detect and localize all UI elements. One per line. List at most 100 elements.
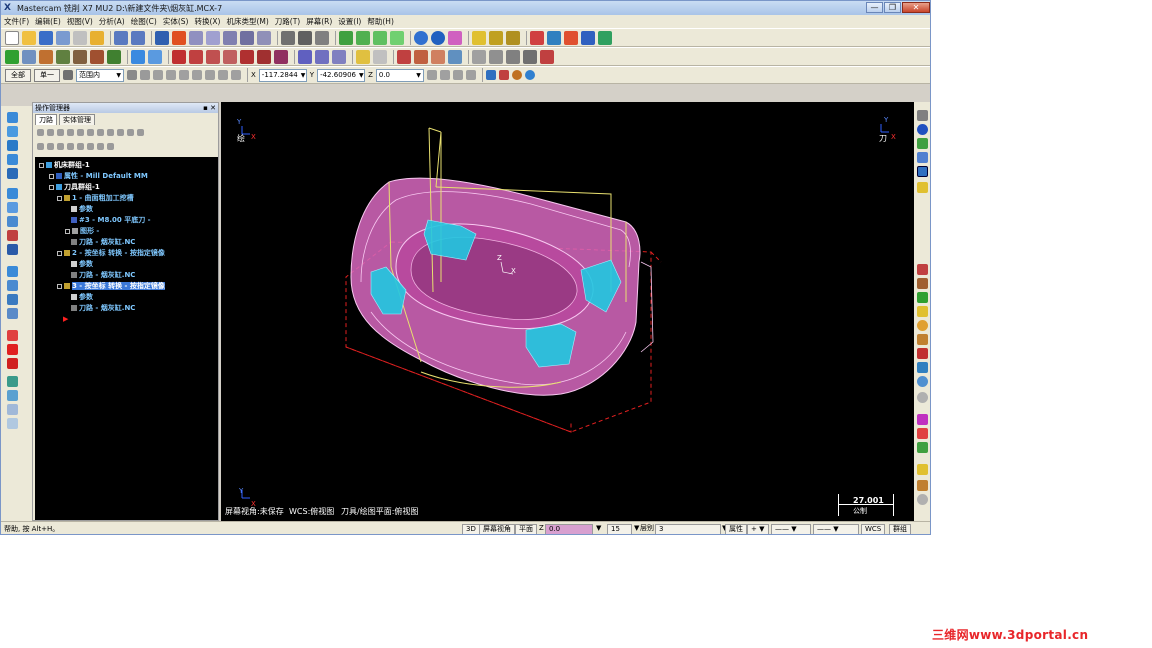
- toolbar-toggle-icon[interactable]: [917, 110, 928, 121]
- move-down-icon[interactable]: [67, 142, 74, 150]
- print-icon[interactable]: [73, 30, 87, 45]
- attributes-button[interactable]: 属性: [725, 524, 747, 534]
- delete-ops-icon[interactable]: [127, 128, 134, 136]
- ruler-icon[interactable]: [431, 49, 445, 64]
- tree-op-3[interactable]: 3 - 按坐标 转换 - 按指定镜像: [57, 281, 165, 291]
- close-icon[interactable]: ▪ ✕: [203, 103, 216, 113]
- level-swatch-icon[interactable]: [917, 428, 928, 439]
- query-icon[interactable]: [465, 70, 476, 80]
- dimension-icon[interactable]: [298, 49, 312, 64]
- clear-icon[interactable]: [917, 494, 928, 505]
- plane-button[interactable]: 平面: [515, 524, 537, 534]
- unzoom-icon[interactable]: [257, 30, 271, 45]
- select-single-button[interactable]: 单一: [34, 68, 60, 82]
- gview-icon[interactable]: [917, 152, 928, 163]
- line-style-combo[interactable]: —— ▼: [771, 524, 811, 534]
- tree-op-1-geometry[interactable]: 图形 -: [65, 226, 99, 236]
- paste-icon[interactable]: [7, 418, 18, 429]
- new-file-icon[interactable]: [5, 30, 19, 45]
- tree-op-1-tool[interactable]: #3 - M8.00 平底刀 -: [71, 215, 151, 225]
- verify-ops-icon[interactable]: [87, 128, 94, 136]
- menu-file[interactable]: 文件(F): [4, 16, 29, 27]
- lock-ops-icon[interactable]: [37, 142, 44, 150]
- tree-machine-group[interactable]: 机床群组-1: [39, 160, 90, 170]
- offset-icon[interactable]: [240, 49, 254, 64]
- eraser-icon[interactable]: [448, 30, 462, 45]
- redo-icon[interactable]: [131, 30, 145, 45]
- tree-op-3-params[interactable]: 参数: [71, 292, 93, 302]
- select-verify-icon[interactable]: [218, 70, 228, 80]
- attributes-icon[interactable]: [7, 358, 18, 369]
- layer-icon[interactable]: [448, 49, 462, 64]
- select-dirty-ops-icon[interactable]: [47, 128, 54, 136]
- single-op-icon[interactable]: [107, 142, 114, 150]
- note-icon[interactable]: [315, 49, 329, 64]
- point-icon[interactable]: [5, 49, 19, 64]
- surface-offset-icon[interactable]: [7, 308, 18, 319]
- y-coordinate-input[interactable]: -42.60906 ▼: [317, 68, 366, 82]
- color-icon[interactable]: [7, 330, 18, 341]
- select-chain-icon[interactable]: [127, 70, 137, 80]
- snap-center-icon[interactable]: [917, 278, 928, 289]
- toolpath-icon[interactable]: [498, 70, 509, 80]
- zoom-target-icon[interactable]: [240, 30, 254, 45]
- backplot-ops-icon[interactable]: [77, 128, 84, 136]
- backplot-icon[interactable]: [523, 49, 537, 64]
- extrude-icon[interactable]: [107, 49, 121, 64]
- menu-edit[interactable]: 编辑(E): [35, 16, 61, 27]
- menu-settings[interactable]: 设置(I): [338, 16, 361, 27]
- shade-toggle-icon[interactable]: [917, 182, 928, 193]
- menu-view[interactable]: 视图(V): [67, 16, 93, 27]
- zoom-in-icon[interactable]: [206, 30, 220, 45]
- toggle-post-icon[interactable]: [57, 142, 64, 150]
- select-window-icon[interactable]: [140, 70, 150, 80]
- solid-boolean-icon[interactable]: [7, 230, 18, 241]
- line-icon[interactable]: [22, 49, 36, 64]
- solid-sweep-icon[interactable]: [7, 140, 18, 151]
- snap-quadrant-icon[interactable]: [917, 320, 928, 331]
- select-solid-icon[interactable]: [231, 70, 241, 80]
- move-up-icon[interactable]: [77, 142, 84, 150]
- verify-icon[interactable]: [506, 49, 520, 64]
- grid-icon[interactable]: [397, 49, 411, 64]
- help-icon[interactable]: [90, 30, 104, 45]
- level-input[interactable]: 3: [655, 524, 721, 534]
- solid-revolve-icon[interactable]: [7, 126, 18, 137]
- plane-view-icon[interactable]: [917, 166, 928, 177]
- group-button[interactable]: 群组: [889, 524, 911, 534]
- post-icon[interactable]: [540, 49, 554, 64]
- chevron-down-icon[interactable]: ▼: [593, 524, 604, 534]
- mirror-icon[interactable]: [547, 30, 561, 45]
- trim-icon[interactable]: [131, 49, 145, 64]
- menu-screen[interactable]: 屏幕(R): [306, 16, 332, 27]
- analyze-icon[interactable]: [356, 49, 370, 64]
- level-icon[interactable]: [7, 344, 18, 355]
- snap-perp-icon[interactable]: [917, 376, 928, 387]
- maximize-button[interactable]: ❐: [884, 2, 901, 13]
- menu-analyze[interactable]: 分析(A): [99, 16, 125, 27]
- regenerate-dirty-icon[interactable]: [67, 128, 74, 136]
- solid-chamfer-icon[interactable]: [7, 188, 18, 199]
- export-icon[interactable]: [598, 30, 612, 45]
- check-icon[interactable]: [530, 30, 544, 45]
- style-icon[interactable]: [917, 442, 928, 453]
- zoom-window-icon[interactable]: [189, 30, 203, 45]
- solid-trim-icon[interactable]: [7, 216, 18, 227]
- close-button[interactable]: ✕: [902, 2, 930, 13]
- snap-off-icon[interactable]: [917, 392, 928, 403]
- tree-op-1-params[interactable]: 参数: [71, 204, 93, 214]
- sigma-icon[interactable]: [581, 30, 595, 45]
- menu-create[interactable]: 绘图(C): [131, 16, 157, 27]
- circle-icon[interactable]: [39, 49, 53, 64]
- table-icon[interactable]: [414, 49, 428, 64]
- tree-op-2-toolpath[interactable]: 刀路 - 烟灰缸.NC: [71, 270, 135, 280]
- simulate-icon[interactable]: [97, 128, 104, 136]
- zoom-out-icon[interactable]: [223, 30, 237, 45]
- rectangle-icon[interactable]: [56, 49, 70, 64]
- translate-icon[interactable]: [564, 30, 578, 45]
- scale-entity-icon[interactable]: [223, 49, 237, 64]
- copy-icon[interactable]: [7, 404, 18, 415]
- palette-icon[interactable]: [917, 464, 928, 475]
- globe-icon[interactable]: [414, 30, 428, 45]
- graphics-viewport[interactable]: Y 绘 X Y 刀 X Z X Y X 屏幕视角:未保存 WCS:俯视图 刀具/…: [221, 102, 914, 521]
